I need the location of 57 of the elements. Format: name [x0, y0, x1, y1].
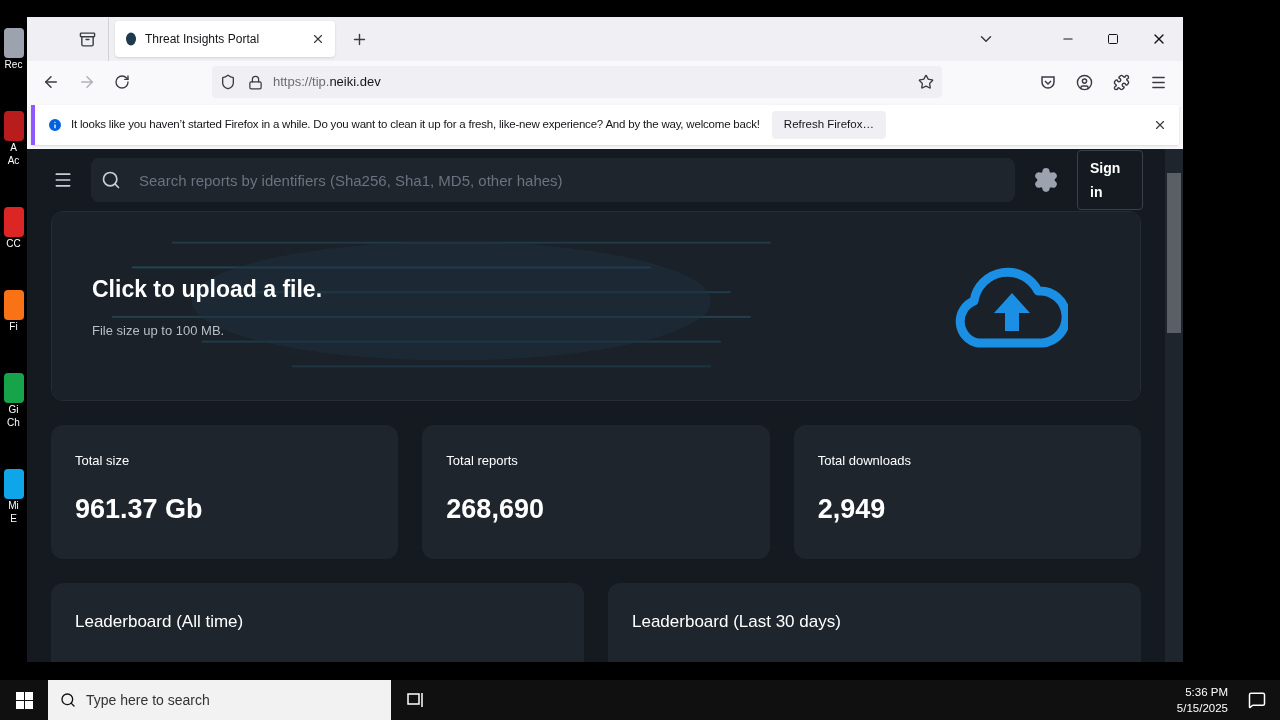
stat-value: 268,690 [446, 492, 545, 526]
taskbar-search-field[interactable]: Type here to search [48, 680, 391, 720]
extensions-icon[interactable] [1113, 73, 1130, 91]
clock-date: 5/15/2025 [1176, 701, 1228, 716]
tab-list-icon[interactable] [79, 30, 96, 48]
address-bar[interactable]: https://tip.neiki.dev [212, 66, 942, 98]
desktop-icon[interactable] [3, 207, 24, 237]
settings-icon[interactable] [1033, 167, 1059, 193]
pocket-icon[interactable] [1040, 74, 1056, 90]
desktop-icon-label: Ac [7, 154, 20, 167]
close-tab-icon[interactable] [311, 32, 325, 46]
stat-value: 961.37 Gb [75, 492, 204, 526]
search-icon [101, 170, 121, 190]
desktop-icon-label: Ch [7, 416, 20, 429]
back-icon[interactable] [42, 73, 60, 91]
desktop-icon-label: CC [6, 237, 21, 250]
maximize-icon[interactable] [1107, 33, 1119, 45]
search-field[interactable]: Search reports by identifiers (Sha256, Sha1, MD5, other hahes) [91, 158, 1015, 202]
desktop-icon[interactable] [3, 290, 24, 320]
tracking-shield-icon[interactable] [220, 74, 236, 90]
favicon-icon [125, 32, 137, 46]
stat-value: 2,949 [817, 492, 887, 526]
stat-label: Total size [75, 452, 131, 470]
task-view-icon[interactable] [407, 692, 425, 708]
upload-area[interactable]: Click to upload a file. File size up to 100 MB. [51, 211, 1141, 401]
close-notification-icon[interactable] [1153, 118, 1167, 132]
upload-title: Click to upload a file. [92, 275, 324, 304]
desktop-icon-label: Gi [8, 403, 19, 416]
clock-time: 5:36 PM [1185, 685, 1228, 700]
leaderboard-title: Leaderboard (Last 30 days) [632, 612, 841, 631]
upload-subtitle: File size up to 100 MB. [92, 321, 226, 340]
sign-in-button[interactable]: Sign in [1077, 150, 1143, 210]
desktop-icon-label: E [10, 512, 17, 525]
stat-label: Total reports [446, 452, 519, 470]
refresh-firefox-button[interactable]: Refresh Firefox… [771, 111, 886, 139]
bookmark-star-icon[interactable] [918, 74, 934, 90]
desktop-icon-label: Fi [9, 320, 18, 333]
lock-icon[interactable] [248, 74, 263, 90]
url-text: https://tip.neiki.dev [273, 73, 381, 92]
leaderboard-title: Leaderboard (All time) [75, 612, 244, 631]
info-icon [47, 117, 63, 133]
notifications-icon[interactable] [1248, 691, 1266, 709]
reload-icon[interactable] [114, 74, 130, 90]
scrollbar[interactable] [1165, 149, 1183, 662]
account-icon[interactable] [1076, 73, 1093, 91]
desktop-icon[interactable] [3, 28, 24, 58]
desktop-icon[interactable] [3, 373, 24, 403]
notification-message: It looks like you haven’t started Firefox in a while. Do you want to clean it up for a fresh, like-new experience? And by the way, welcome back! [71, 117, 760, 133]
desktop-icon[interactable] [3, 469, 24, 499]
search-icon [60, 692, 76, 708]
stat-label: Total downloads [817, 452, 912, 470]
desktop-icon-label: Rec [4, 58, 23, 71]
desktop-icon-label: Mi [8, 499, 19, 512]
menu-icon[interactable] [53, 170, 73, 190]
browser-tab[interactable]: Threat Insights Portal [115, 21, 335, 57]
start-icon[interactable] [16, 691, 33, 709]
desktop-icon-label: A [10, 141, 17, 154]
